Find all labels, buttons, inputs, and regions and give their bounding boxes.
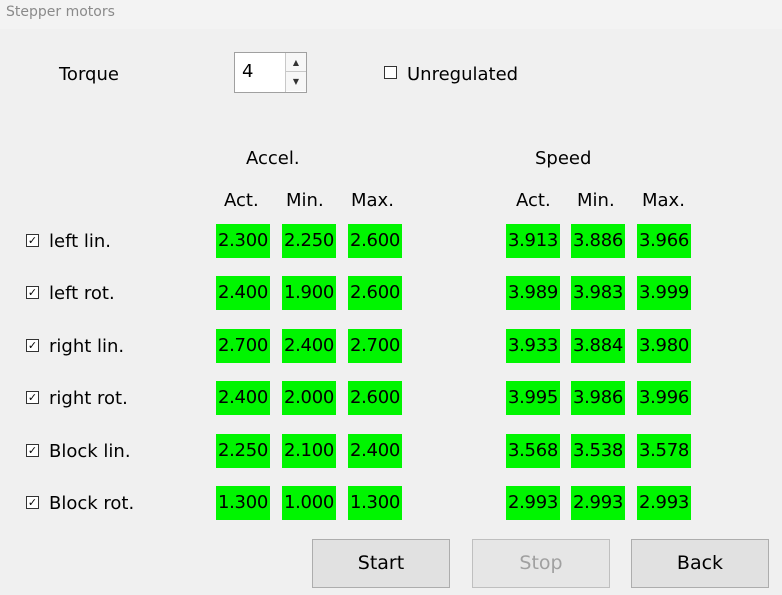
row-label[interactable]: Block lin. xyxy=(49,441,131,462)
accel-act-value: 1.300 xyxy=(216,486,270,520)
torque-value[interactable]: 4 xyxy=(242,61,253,82)
accel-act-value: 2.300 xyxy=(216,224,270,258)
col-accel-max: Max. xyxy=(351,190,394,211)
accel-max-value: 2.600 xyxy=(348,381,402,415)
accel-min-value: 2.000 xyxy=(282,381,336,415)
spin-down-icon[interactable]: ▼ xyxy=(286,72,306,91)
row-label[interactable]: right lin. xyxy=(49,336,124,357)
speed-min-value: 3.983 xyxy=(571,276,625,310)
window-title: Stepper motors xyxy=(6,4,115,20)
speed-max-value: 3.578 xyxy=(637,434,691,468)
speed-act-value: 2.993 xyxy=(506,486,560,520)
speed-act-value: 3.989 xyxy=(506,276,560,310)
speed-act-value: 3.913 xyxy=(506,224,560,258)
stop-button[interactable]: Stop xyxy=(472,539,610,588)
speed-max-value: 3.966 xyxy=(637,224,691,258)
torque-label: Torque xyxy=(59,64,119,85)
accel-max-value: 2.400 xyxy=(348,434,402,468)
row-label[interactable]: left lin. xyxy=(49,231,111,252)
speed-min-value: 3.986 xyxy=(571,381,625,415)
unregulated-label[interactable]: Unregulated xyxy=(407,64,518,85)
title-bar: Stepper motors xyxy=(0,0,782,29)
row-label[interactable]: right rot. xyxy=(49,388,128,409)
accel-act-value: 2.400 xyxy=(216,276,270,310)
accel-max-value: 1.300 xyxy=(348,486,402,520)
unregulated-checkbox[interactable] xyxy=(384,66,397,79)
speed-min-value: 3.886 xyxy=(571,224,625,258)
row-checkbox[interactable]: ✓ xyxy=(26,234,39,247)
accel-max-value: 2.600 xyxy=(348,276,402,310)
speed-group-header: Speed xyxy=(535,148,592,169)
accel-max-value: 2.700 xyxy=(348,329,402,363)
speed-max-value: 2.993 xyxy=(637,486,691,520)
torque-spin-buttons: ▲ ▼ xyxy=(285,53,306,92)
speed-act-value: 3.568 xyxy=(506,434,560,468)
row-label[interactable]: left rot. xyxy=(49,283,115,304)
speed-min-value: 2.993 xyxy=(571,486,625,520)
accel-min-value: 2.100 xyxy=(282,434,336,468)
speed-min-value: 3.884 xyxy=(571,329,625,363)
row-checkbox[interactable]: ✓ xyxy=(26,391,39,404)
accel-min-value: 1.900 xyxy=(282,276,336,310)
accel-act-value: 2.400 xyxy=(216,381,270,415)
row-label[interactable]: Block rot. xyxy=(49,493,134,514)
row-checkbox[interactable]: ✓ xyxy=(26,339,39,352)
row-checkbox[interactable]: ✓ xyxy=(26,444,39,457)
row-checkbox[interactable]: ✓ xyxy=(26,286,39,299)
speed-min-value: 3.538 xyxy=(571,434,625,468)
accel-max-value: 2.600 xyxy=(348,224,402,258)
col-speed-min: Min. xyxy=(577,190,615,211)
torque-spinbox[interactable]: 4 ▲ ▼ xyxy=(234,52,307,93)
col-speed-act: Act. xyxy=(516,190,551,211)
accel-min-value: 2.250 xyxy=(282,224,336,258)
speed-act-value: 3.995 xyxy=(506,381,560,415)
row-checkbox[interactable]: ✓ xyxy=(26,496,39,509)
spin-up-icon[interactable]: ▲ xyxy=(286,53,306,72)
speed-max-value: 3.980 xyxy=(637,329,691,363)
accel-act-value: 2.250 xyxy=(216,434,270,468)
accel-min-value: 2.400 xyxy=(282,329,336,363)
speed-act-value: 3.933 xyxy=(506,329,560,363)
col-accel-min: Min. xyxy=(286,190,324,211)
col-speed-max: Max. xyxy=(642,190,685,211)
accel-group-header: Accel. xyxy=(246,148,300,169)
col-accel-act: Act. xyxy=(224,190,259,211)
accel-min-value: 1.000 xyxy=(282,486,336,520)
accel-act-value: 2.700 xyxy=(216,329,270,363)
speed-max-value: 3.996 xyxy=(637,381,691,415)
start-button[interactable]: Start xyxy=(312,539,450,588)
back-button[interactable]: Back xyxy=(631,539,769,588)
speed-max-value: 3.999 xyxy=(637,276,691,310)
